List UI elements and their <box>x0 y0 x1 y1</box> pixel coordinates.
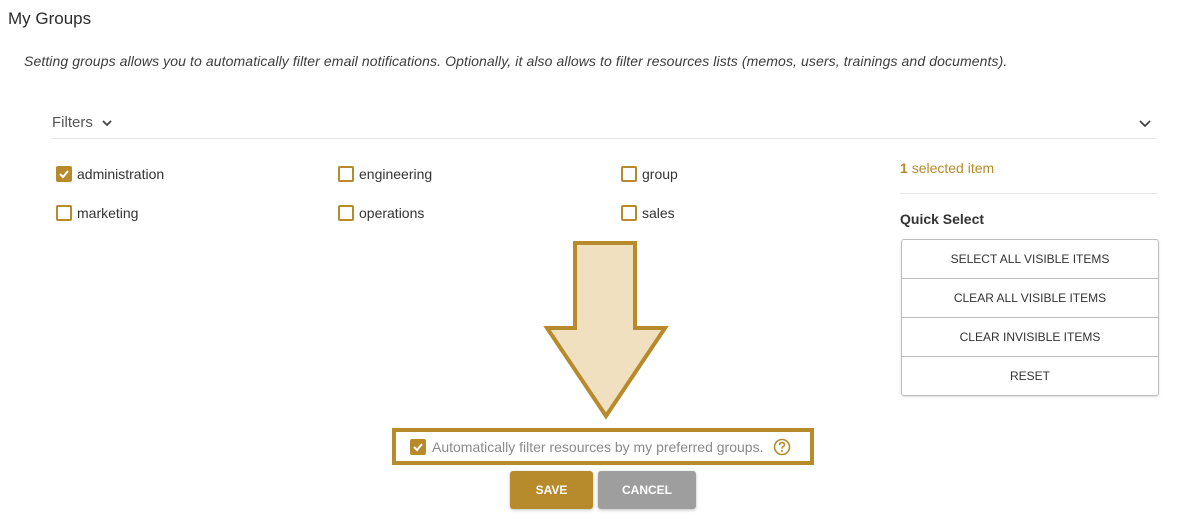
select-all-visible-button[interactable]: SELECT ALL VISIBLE ITEMS <box>902 240 1158 279</box>
auto-filter-label: Automatically filter resources by my pre… <box>432 438 764 455</box>
reset-button[interactable]: RESET <box>902 357 1158 395</box>
quick-select-list: SELECT ALL VISIBLE ITEMS CLEAR ALL VISIB… <box>901 239 1159 396</box>
checkbox-checked[interactable] <box>56 166 72 182</box>
down-arrow-annotation <box>543 241 669 420</box>
group-option-sales[interactable]: sales <box>621 205 675 221</box>
group-option-label: operations <box>359 205 425 221</box>
checkbox[interactable] <box>621 166 637 182</box>
checkbox[interactable] <box>621 205 637 221</box>
collapse-chevron-icon[interactable] <box>1137 115 1153 131</box>
checkbox[interactable] <box>56 205 72 221</box>
filters-label: Filters <box>52 114 93 131</box>
selected-count: 1 selected item <box>900 160 994 176</box>
help-circle-icon[interactable] <box>773 438 791 456</box>
group-option-engineering[interactable]: engineering <box>338 166 432 182</box>
right-panel-divider <box>900 193 1157 194</box>
filters-divider <box>52 138 1156 139</box>
group-option-label: engineering <box>359 166 433 182</box>
check-icon <box>59 170 69 179</box>
group-option-label: group <box>642 166 678 182</box>
check-icon <box>413 442 423 451</box>
save-button[interactable]: SAVE <box>510 471 593 509</box>
selected-count-number: 1 <box>900 160 908 176</box>
selected-count-suffix: selected item <box>911 160 995 176</box>
chevron-down-icon <box>102 119 112 126</box>
group-option-group[interactable]: group <box>621 166 678 182</box>
clear-invisible-button[interactable]: CLEAR INVISIBLE ITEMS <box>902 318 1158 357</box>
quick-select-title: Quick Select <box>900 211 985 227</box>
group-option-administration[interactable]: administration <box>56 166 164 182</box>
auto-filter-option[interactable]: Automatically filter resources by my pre… <box>392 428 814 465</box>
page-title: My Groups <box>8 9 92 28</box>
group-option-label: marketing <box>77 205 139 221</box>
checkbox[interactable] <box>338 166 354 182</box>
group-option-operations[interactable]: operations <box>338 205 424 221</box>
auto-filter-checkbox[interactable] <box>410 438 426 455</box>
clear-all-visible-button[interactable]: CLEAR ALL VISIBLE ITEMS <box>902 279 1158 318</box>
filters-toggle[interactable]: Filters <box>52 114 113 131</box>
group-option-label: sales <box>642 205 675 221</box>
checkbox[interactable] <box>338 205 354 221</box>
page-description: Setting groups allows you to automatical… <box>24 53 1008 69</box>
cancel-button[interactable]: CANCEL <box>598 471 696 509</box>
group-option-marketing[interactable]: marketing <box>56 205 138 221</box>
group-option-label: administration <box>77 166 165 182</box>
